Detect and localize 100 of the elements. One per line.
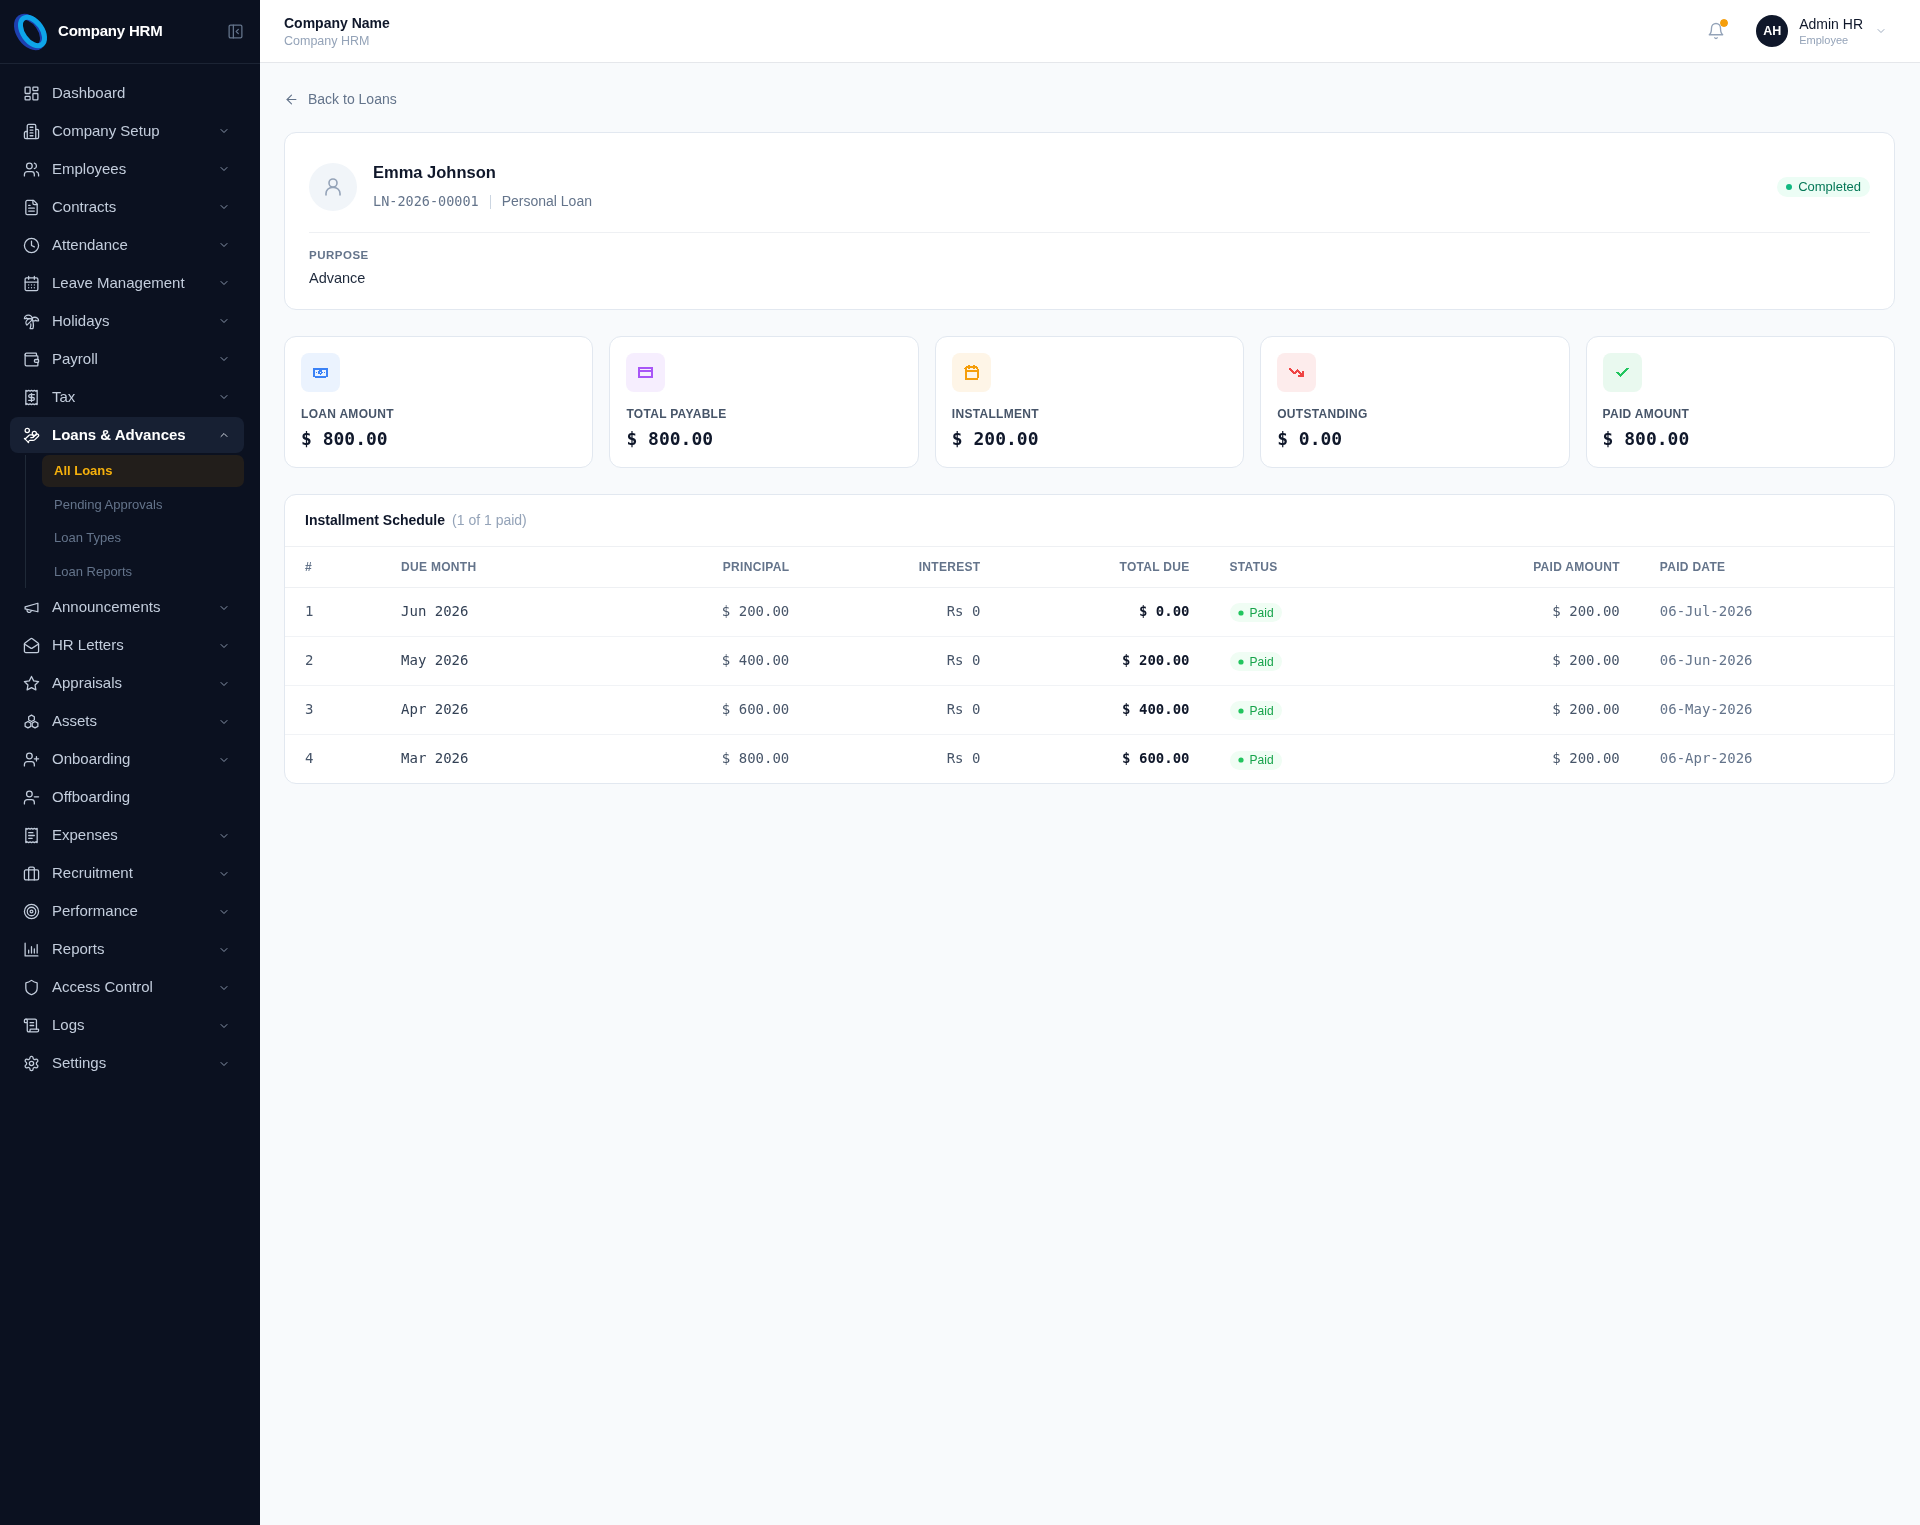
nav-item[interactable]: Contracts bbox=[10, 189, 244, 225]
clock-icon bbox=[23, 236, 40, 254]
status-label: Paid bbox=[1249, 752, 1274, 769]
hand-coins-icon bbox=[23, 426, 40, 444]
table-cell: Apr 2026 bbox=[381, 685, 610, 734]
stat-label: TOTAL PAYABLE bbox=[626, 406, 728, 422]
table-cell: $ 400.00 bbox=[609, 636, 810, 685]
user-name: Admin HR bbox=[1799, 15, 1863, 33]
back-link[interactable]: Back to Loans bbox=[284, 89, 397, 109]
nav-item[interactable]: Leave Management bbox=[10, 265, 244, 301]
calendar-icon bbox=[951, 353, 991, 392]
status-label: Paid bbox=[1249, 653, 1274, 671]
nav-item[interactable]: Holidays bbox=[10, 303, 244, 339]
table-cell: Rs 0 bbox=[809, 587, 1001, 636]
paid-summary: (1 of 1 paid) bbox=[452, 511, 527, 530]
column-header: INTEREST bbox=[809, 547, 1001, 587]
nav-item[interactable]: Dashboard bbox=[10, 75, 244, 111]
stat-value: $ 800.00 bbox=[301, 427, 389, 451]
sub-nav-item[interactable]: All Loans bbox=[42, 455, 244, 487]
star-icon bbox=[23, 675, 40, 692]
status-dot-icon bbox=[1237, 707, 1244, 714]
nav-item[interactable]: Expenses bbox=[10, 817, 244, 854]
envelope-icon bbox=[23, 637, 40, 654]
nav-item[interactable]: Loans & Advances bbox=[10, 417, 244, 453]
nav-item[interactable]: Onboarding bbox=[10, 741, 244, 778]
stat-value: $ 800.00 bbox=[1602, 427, 1691, 451]
bell-icon[interactable] bbox=[1707, 22, 1726, 40]
user-icon bbox=[309, 162, 357, 211]
table-cell: $ 200.00 bbox=[1000, 636, 1210, 685]
nav-item[interactable]: Tax bbox=[10, 379, 244, 415]
table-cell: $ 600.00 bbox=[1000, 734, 1210, 783]
check-icon bbox=[1602, 353, 1642, 392]
status-dot-icon bbox=[1786, 183, 1793, 190]
user-plus-icon bbox=[23, 751, 40, 768]
sidebar-toggle-icon[interactable] bbox=[227, 23, 244, 40]
table-cell: $ 600.00 bbox=[609, 685, 810, 734]
grid-icon bbox=[23, 84, 40, 102]
sub-nav-item[interactable]: Loan Types bbox=[42, 522, 244, 554]
calendar-icon bbox=[23, 274, 40, 292]
status-dot-icon bbox=[1237, 658, 1244, 665]
nav-item[interactable]: Settings bbox=[10, 1045, 244, 1082]
table-cell: $ 200.00 bbox=[1439, 636, 1640, 685]
document-icon bbox=[23, 198, 40, 216]
status-dot-icon bbox=[1237, 757, 1244, 763]
briefcase-icon bbox=[23, 865, 40, 882]
nav-item[interactable]: Performance bbox=[10, 893, 244, 930]
sub-nav-item[interactable]: Pending Approvals bbox=[42, 488, 244, 521]
stat-value: $ 200.00 bbox=[951, 427, 1040, 451]
nav-item[interactable]: Recruitment bbox=[10, 855, 244, 892]
scroll-icon bbox=[23, 1017, 40, 1034]
purpose-value: Advance bbox=[309, 269, 367, 288]
status-label: Paid bbox=[1249, 702, 1274, 720]
stat-value: $ 0.00 bbox=[1277, 427, 1344, 451]
table-cell: 06-Jun-2026 bbox=[1639, 636, 1894, 685]
section-title: Installment Schedule bbox=[305, 511, 446, 530]
company-subtitle: Company HRM bbox=[284, 32, 371, 50]
nav-item[interactable]: Employees bbox=[10, 151, 244, 187]
building-icon bbox=[23, 122, 40, 140]
brand-name: Company HRM bbox=[58, 21, 163, 42]
column-header: PAID AMOUNT bbox=[1439, 547, 1640, 587]
table-cell: $ 800.00 bbox=[609, 734, 810, 783]
shield-icon bbox=[23, 979, 40, 996]
palm-tree-icon bbox=[23, 312, 40, 330]
purpose-label: PURPOSE bbox=[309, 248, 370, 262]
nav-item[interactable]: Offboarding bbox=[10, 779, 244, 816]
nav-item[interactable]: Logs bbox=[10, 1007, 244, 1044]
nav-item[interactable]: Company Setup bbox=[10, 113, 244, 149]
company-name: Company Name bbox=[284, 13, 390, 33]
borrower-name: Emma Johnson bbox=[373, 162, 497, 183]
table-cell: 06-Apr-2026 bbox=[1639, 734, 1894, 783]
user-role: Employee bbox=[1799, 33, 1850, 47]
nav-item[interactable]: Access Control bbox=[10, 969, 244, 1006]
status-dot-icon bbox=[1237, 609, 1244, 616]
table-cell: 4 bbox=[285, 734, 382, 783]
loan-number: LN-2026-00001 bbox=[373, 192, 479, 212]
user-minus-icon bbox=[23, 789, 40, 806]
table-cell: Rs 0 bbox=[809, 685, 1001, 734]
table-cell: Rs 0 bbox=[809, 636, 1001, 685]
credit-card-icon bbox=[626, 353, 666, 392]
nav-item[interactable]: Reports bbox=[10, 931, 244, 968]
settings-icon bbox=[23, 1055, 40, 1072]
stat-label: OUTSTANDING bbox=[1277, 406, 1369, 422]
sub-nav-item[interactable]: Loan Reports bbox=[42, 555, 244, 588]
column-header: PAID DATE bbox=[1639, 547, 1894, 587]
nav-item[interactable]: Attendance bbox=[10, 227, 244, 263]
nav-item[interactable]: HR Letters bbox=[10, 627, 244, 664]
user-avatar[interactable]: AH bbox=[1756, 15, 1789, 47]
stat-label: LOAN AMOUNT bbox=[301, 406, 395, 422]
nav-item[interactable]: Payroll bbox=[10, 341, 244, 377]
table-cell: Rs 0 bbox=[809, 734, 1001, 783]
table-cell: $ 200.00 bbox=[1439, 734, 1640, 783]
loan-type: Personal Loan bbox=[501, 192, 592, 211]
table-cell: $ 200.00 bbox=[1439, 685, 1640, 734]
nav-item[interactable]: Appraisals bbox=[10, 665, 244, 702]
table-cell: $ 200.00 bbox=[609, 587, 810, 636]
nav-item[interactable]: Announcements bbox=[10, 589, 244, 626]
stat-value: $ 800.00 bbox=[626, 427, 715, 451]
nav-item[interactable]: Assets bbox=[10, 703, 244, 740]
table-cell: Jun 2026 bbox=[381, 587, 610, 636]
status-label: Completed bbox=[1798, 177, 1861, 196]
